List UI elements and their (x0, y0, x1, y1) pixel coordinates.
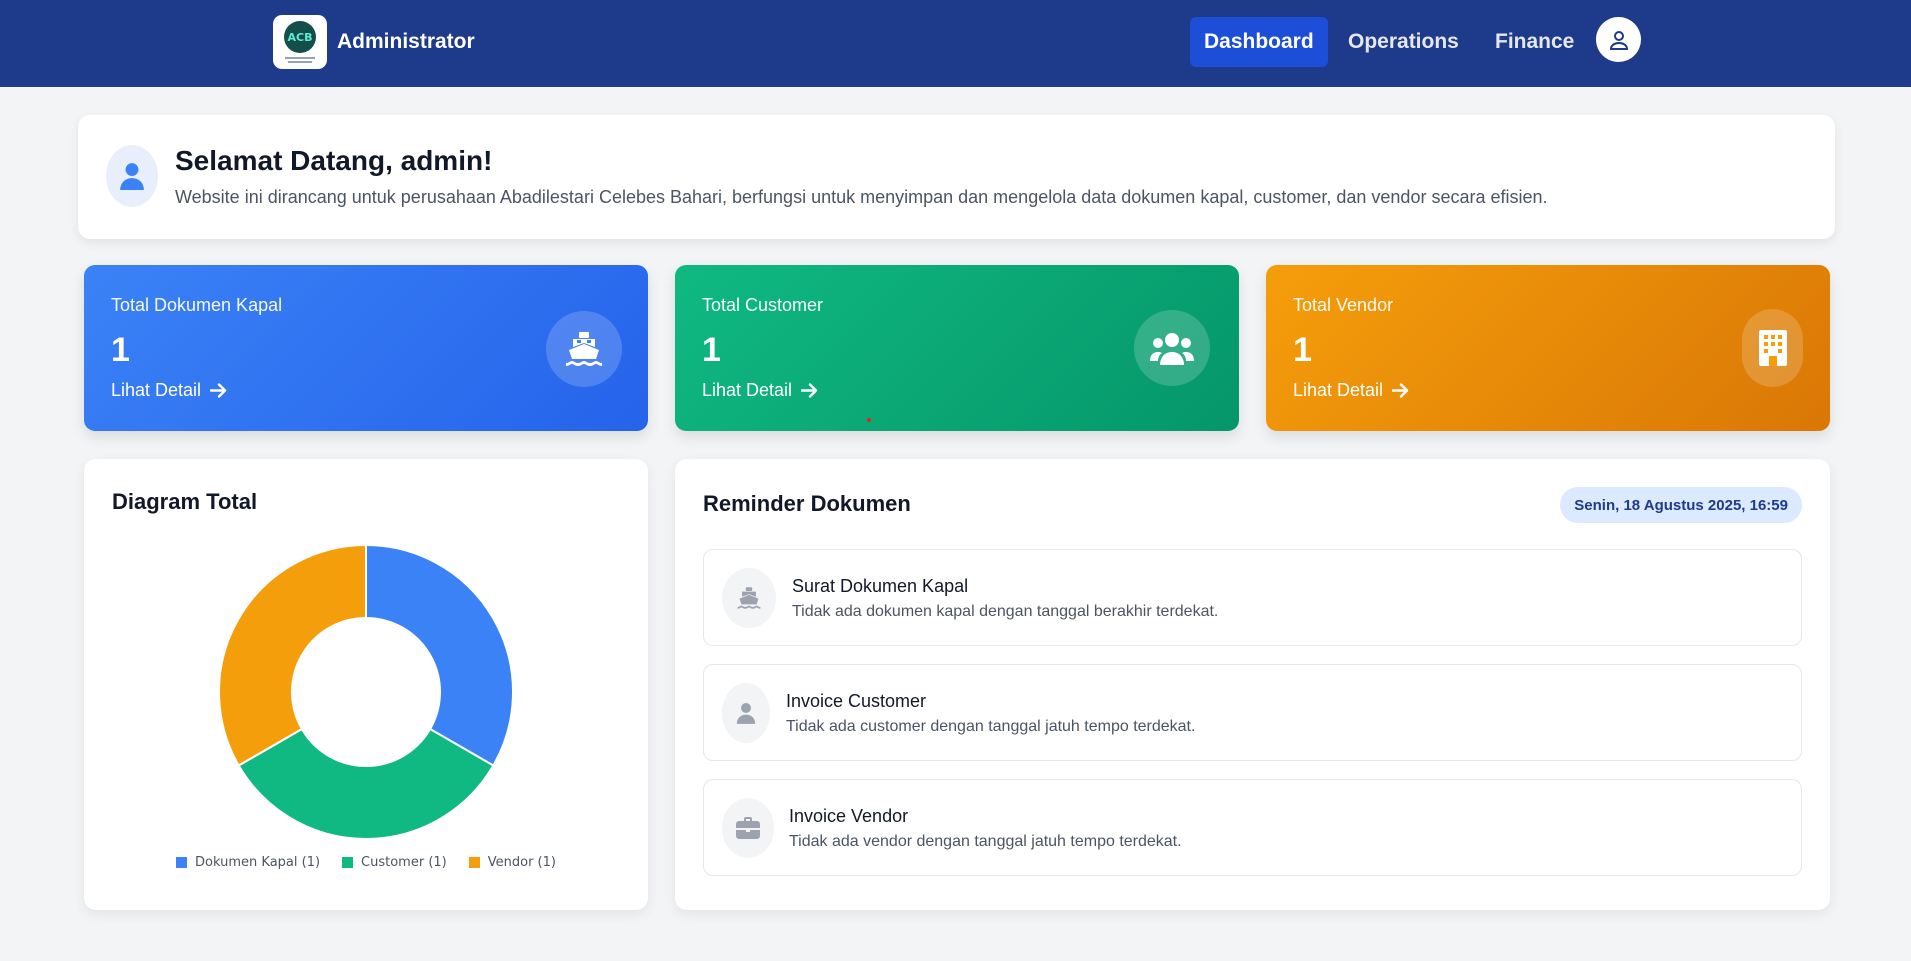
user-icon (120, 163, 144, 190)
reminder-item-dokumen-kapal[interactable]: Surat Dokumen Kapal Tidak ada dokumen ka… (703, 549, 1802, 646)
cursor-dot (867, 418, 871, 422)
stat-label: Total Customer (702, 295, 824, 315)
reminder-item-invoice-customer[interactable]: Invoice Customer Tidak ada customer deng… (703, 664, 1802, 761)
welcome-avatar (106, 145, 158, 207)
stat-card-vendor: Total Vendor 1 Lihat Detail (1266, 265, 1830, 431)
chart-legend: Dokumen Kapal (1) Customer (1) Vendor (1) (84, 855, 648, 870)
stat-label: Total Vendor (1293, 295, 1394, 315)
company-logo: ACB (273, 15, 327, 69)
reminder-item-invoice-vendor[interactable]: Invoice Vendor Tidak ada vendor dengan t… (703, 779, 1802, 876)
reminder-name: Surat Dokumen Kapal (792, 576, 969, 596)
arrow-right-icon (1392, 383, 1409, 398)
ship-icon (566, 332, 602, 366)
stat-card-dokumen-kapal: Total Dokumen Kapal 1 Lihat Detail (84, 265, 648, 431)
reminder-name: Invoice Customer (786, 691, 927, 711)
chart-card: Diagram Total Dokumen Kapal (1) Customer … (84, 459, 648, 910)
user-icon (736, 703, 756, 724)
legend-item[interactable]: Dokumen Kapal (1) (176, 855, 320, 870)
nav-dashboard[interactable]: Dashboard (1190, 17, 1328, 67)
chart-title: Diagram Total (112, 489, 258, 514)
date-badge: Senin, 18 Agustus 2025, 16:59 (1560, 487, 1802, 523)
legend-swatch (342, 857, 354, 868)
reminder-title: Reminder Dokumen (703, 491, 911, 516)
brand[interactable]: ACB Administrator (273, 15, 475, 69)
detail-link-dokumen-kapal[interactable]: Lihat Detail (111, 380, 227, 401)
legend-label: Dokumen Kapal (1) (195, 855, 321, 870)
users-icon (1150, 333, 1194, 365)
legend-swatch (468, 857, 480, 868)
users-icon-badge (1134, 310, 1210, 386)
brand-name: Administrator (337, 30, 475, 53)
detail-link-customer[interactable]: Lihat Detail (702, 380, 818, 401)
stat-value: 1 (1293, 331, 1312, 369)
stat-label: Total Dokumen Kapal (111, 295, 283, 315)
detail-link-label: Lihat Detail (1293, 380, 1384, 400)
ship-icon (737, 587, 761, 609)
detail-link-label: Lihat Detail (111, 380, 202, 400)
detail-link-vendor[interactable]: Lihat Detail (1293, 380, 1409, 401)
user-icon (1609, 30, 1628, 50)
briefcase-icon (736, 817, 760, 839)
reminder-name: Invoice Vendor (789, 806, 909, 826)
legend-label: Vendor (1) (487, 855, 556, 870)
donut-chart (218, 544, 514, 840)
top-navbar: ACB Administrator Dashboard Operations F… (0, 0, 1911, 87)
legend-item[interactable]: Customer (1) (342, 855, 447, 870)
nav-finance[interactable]: Finance (1481, 17, 1588, 67)
arrow-right-icon (210, 383, 227, 398)
legend-label: Customer (1) (361, 855, 447, 870)
legend-item[interactable]: Vendor (1) (468, 855, 556, 870)
user-menu-button[interactable] (1596, 17, 1641, 62)
reminder-icon-badge (722, 798, 774, 858)
logo-text: ACB (287, 30, 313, 44)
building-icon (1758, 330, 1787, 366)
ship-icon-badge (546, 311, 622, 387)
donut-slice-dokumen-kapal[interactable] (365, 544, 514, 767)
stat-card-customer: Total Customer 1 Lihat Detail (675, 265, 1239, 431)
donut-slice-vendor[interactable] (218, 544, 367, 767)
reminder-card: Reminder Dokumen Senin, 18 Agustus 2025,… (675, 459, 1830, 910)
reminder-icon-badge (722, 683, 770, 743)
welcome-description: Website ini dirancang untuk perusahaan A… (175, 187, 1548, 207)
nav-operations[interactable]: Operations (1334, 17, 1473, 67)
reminder-message: Tidak ada customer dengan tanggal jatuh … (786, 718, 1196, 735)
detail-link-label: Lihat Detail (702, 380, 793, 400)
reminder-icon-badge (722, 568, 776, 628)
welcome-title: Selamat Datang, admin! (175, 145, 493, 176)
stat-value: 1 (111, 331, 130, 369)
donut-slice-customer[interactable] (237, 727, 495, 840)
stat-value: 1 (702, 331, 721, 369)
building-icon-badge (1742, 309, 1803, 387)
reminder-message: Tidak ada vendor dengan tanggal jatuh te… (789, 833, 1182, 850)
legend-swatch (176, 857, 188, 868)
reminder-message: Tidak ada dokumen kapal dengan tanggal b… (792, 603, 1219, 620)
welcome-card: Selamat Datang, admin! Website ini diran… (78, 115, 1835, 239)
arrow-right-icon (801, 383, 818, 398)
